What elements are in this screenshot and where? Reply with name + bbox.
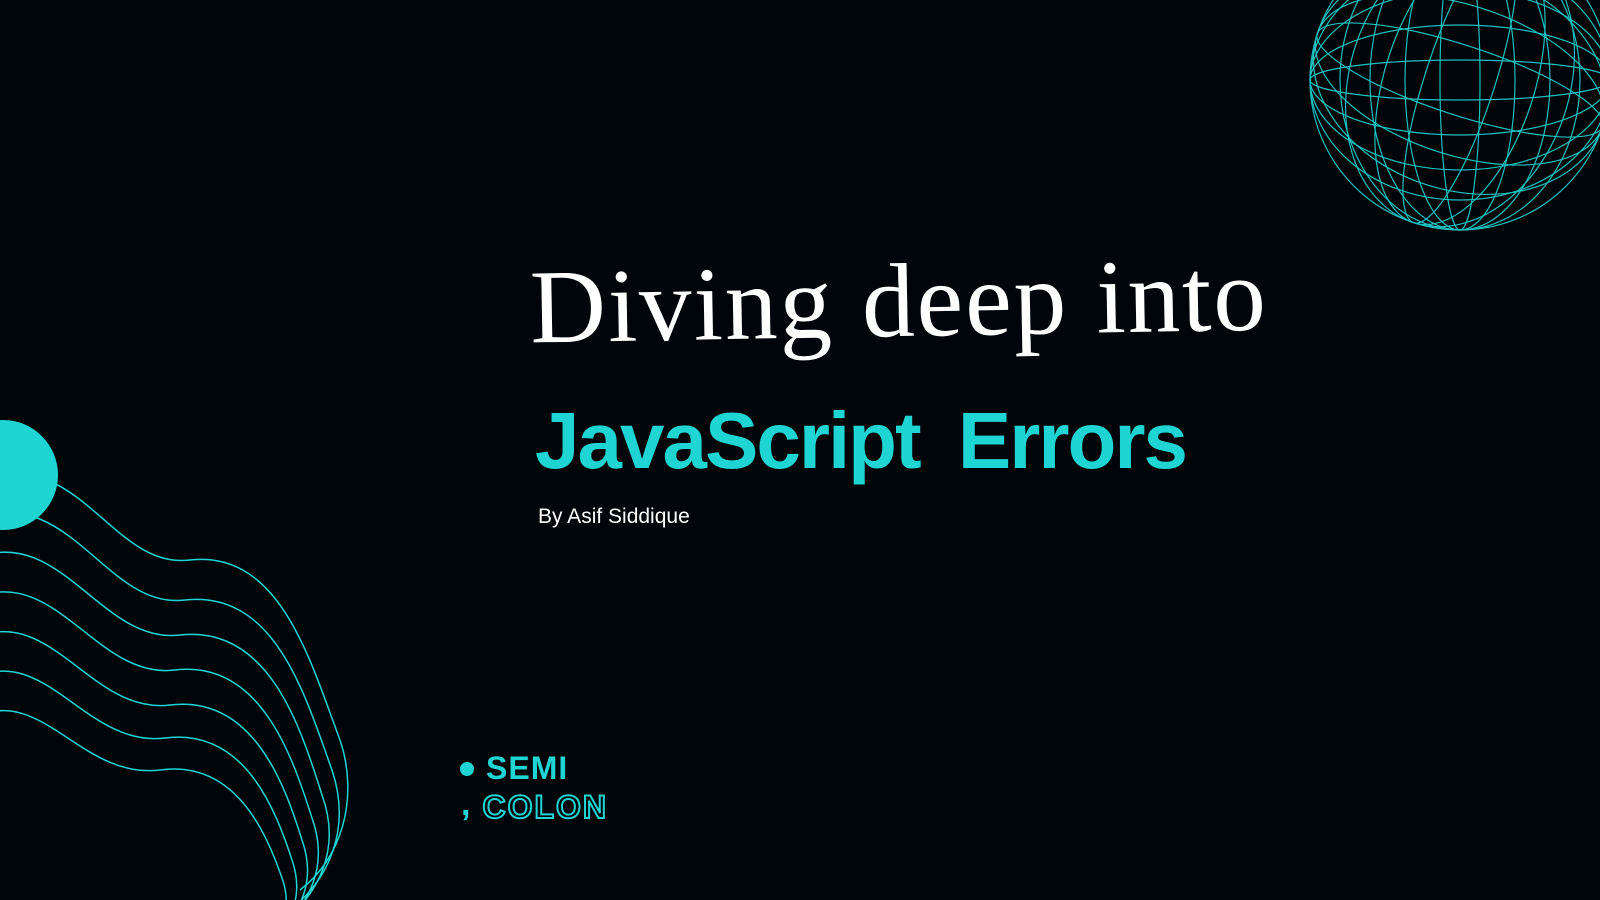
heading-script: Diving deep into (529, 234, 1269, 368)
logo-dot-icon (460, 762, 474, 776)
logo-comma-icon: , (461, 796, 470, 813)
wireframe-globe-decoration (1260, 0, 1600, 280)
heading-bold: JavaScript Errors (535, 395, 1186, 487)
byline: By Asif Siddique (538, 505, 690, 529)
logo-text-semi: SEMI (486, 750, 568, 787)
wave-lines-decoration (0, 420, 380, 900)
semicolon-logo: SEMI , COLON (460, 750, 608, 826)
logo-text-colon: COLON (482, 789, 608, 826)
